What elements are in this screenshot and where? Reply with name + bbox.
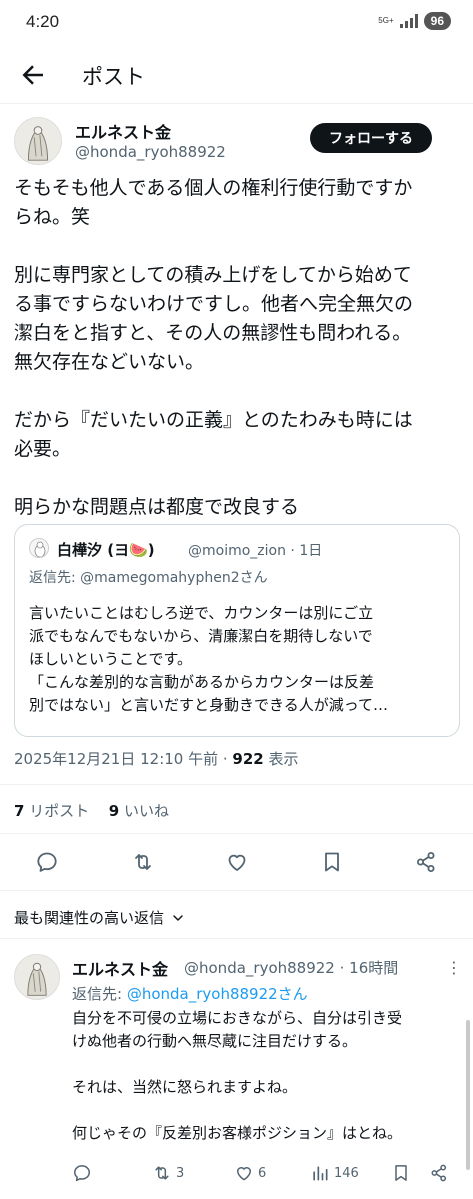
views-icon xyxy=(313,1166,328,1181)
reply-author-name[interactable]: エルネスト金 xyxy=(72,956,168,980)
share-icon xyxy=(431,1164,447,1182)
post-text-line xyxy=(14,232,464,261)
reply-author-avatar[interactable] xyxy=(14,954,60,1000)
reply-text: 自分を不可侵の立場におきながら、自分は引き受 けぬ他者の行動へ無尽蔵に注目だけする… xyxy=(72,1007,467,1145)
reply-handle-time: @honda_ryoh88922 · 16時間 xyxy=(184,959,399,977)
post-text-line: 必要。 xyxy=(14,438,72,460)
timestamp-text: 2025年12月21日 12:10 午前 · xyxy=(14,750,233,768)
reply-views-count: 146 xyxy=(334,1165,359,1181)
reply-text-line: 何じゃその『反差別お客様ポジション』はとね。 xyxy=(72,1124,403,1142)
author-avatar[interactable] xyxy=(14,117,62,165)
quoted-reply-to: 返信先: @mamegomahyphen2さん xyxy=(29,570,268,586)
reply-action-bar: 3 6 146 xyxy=(0,1160,473,1186)
reply-to: 返信先: @honda_ryoh88922さん xyxy=(72,983,308,1004)
reply-text-line xyxy=(72,1099,467,1122)
engagement-stats: 7 リポスト 9 いいね xyxy=(14,800,169,821)
bookmark-icon xyxy=(395,1165,407,1181)
network-label: 5G+ xyxy=(378,16,394,25)
reposts-count[interactable]: 7 xyxy=(14,802,24,820)
divider xyxy=(0,890,473,891)
reply-icon xyxy=(74,1165,90,1182)
follow-button[interactable]: フォローする xyxy=(310,123,432,153)
divider xyxy=(0,833,473,834)
reply-text-line: それは、当然に怒られますよね。 xyxy=(72,1078,298,1096)
reply-text-line: けぬ他者の行動へ無尽蔵に注目だけする。 xyxy=(72,1032,358,1050)
post-text-line: 明らかな問題点は都度で改良する xyxy=(14,496,300,518)
post-action-bar xyxy=(0,844,473,880)
status-time: 4:20 xyxy=(26,12,60,31)
views-label: 表示 xyxy=(263,750,299,768)
reply-to-prefix: 返信先: xyxy=(72,985,127,1003)
bookmark-icon[interactable] xyxy=(320,850,344,874)
divider xyxy=(0,784,473,785)
reply-like-button[interactable]: 6 xyxy=(234,1162,266,1184)
status-icons: 5G+ 96 xyxy=(378,12,451,30)
back-arrow-icon[interactable] xyxy=(18,60,48,90)
post-text-line xyxy=(14,464,464,493)
quoted-text-line: 派でもなんでもないから、清廉潔白を期待しないで xyxy=(29,627,373,645)
reposts-label[interactable]: リポスト xyxy=(24,802,89,820)
quoted-text-line: 「こんな差別的な言動があるからカウンターは反差 xyxy=(29,673,375,691)
signal-icon xyxy=(399,14,418,28)
reply-text-line xyxy=(72,1053,467,1076)
sort-label: 最も関連性の高い返信 xyxy=(14,909,165,927)
reply-sort-dropdown[interactable]: 最も関連性の高い返信 xyxy=(14,907,186,928)
reply-like-count: 6 xyxy=(258,1165,267,1181)
reply-reply-button[interactable] xyxy=(72,1162,92,1184)
like-icon xyxy=(237,1167,251,1181)
likes-count[interactable]: 9 xyxy=(109,802,119,820)
views-count: 922 xyxy=(232,750,264,768)
like-icon[interactable] xyxy=(225,850,249,874)
likes-label[interactable]: いいね xyxy=(119,802,169,820)
reply-repost-button[interactable]: 3 xyxy=(152,1162,184,1184)
post-text: そもそも他人である個人の権利行使行動ですか らね。笑別に専門家としての積み上げをし… xyxy=(14,174,464,522)
quoted-text-line: ほしいということです。 xyxy=(29,650,193,668)
quoted-text-line: 言いたいことはむしろ逆で、カウンターは別にご立 xyxy=(29,604,374,622)
author-name[interactable]: エルネスト金 xyxy=(75,119,171,143)
post-text-line: 別に専門家としての積み上げをしてから始めて xyxy=(14,264,412,286)
reply-to-handle[interactable]: @honda_ryoh88922さん xyxy=(127,985,308,1003)
post-text-line xyxy=(14,377,464,406)
page-title: ポスト xyxy=(82,65,145,89)
post-text-line: る事ですらないわけですし。他者へ完全無欠の xyxy=(14,293,414,315)
share-icon[interactable] xyxy=(414,850,438,874)
more-options-icon[interactable]: ⋮ xyxy=(446,958,462,977)
reply-repost-count: 3 xyxy=(176,1165,185,1181)
divider xyxy=(0,938,473,939)
reply-icon[interactable] xyxy=(35,850,59,874)
scrollbar[interactable] xyxy=(466,1020,470,1170)
repost-icon xyxy=(155,1166,169,1180)
quoted-author-name: 白樺汐 (ヨ🍉) xyxy=(57,541,155,559)
post-timestamp: 2025年12月21日 12:10 午前 · 922 表示 xyxy=(14,748,299,769)
reply-text-line: 自分を不可侵の立場におきながら、自分は引き受 xyxy=(72,1009,403,1027)
reply-bookmark-button[interactable] xyxy=(391,1162,411,1184)
quoted-avatar xyxy=(29,538,49,558)
quoted-text: 言いたいことはむしろ逆で、カウンターは別にご立 派でもなんでもないから、清廉潔白を… xyxy=(29,602,449,717)
post-text-line: らね。笑 xyxy=(14,206,91,228)
quoted-handle-time: @moimo_zion · 1日 xyxy=(188,543,323,559)
battery-badge: 96 xyxy=(423,12,451,30)
repost-icon[interactable] xyxy=(131,850,155,874)
post-text-line: 潔白をと指すと、その人の無謬性も問われる。 xyxy=(14,322,412,344)
post-text-line: だから『だいたいの正義』とのたわみも時には xyxy=(14,409,413,431)
quoted-text-line: 別ではない」と言いだすと身動きできる人が減って… xyxy=(29,696,388,714)
author-handle[interactable]: @honda_ryoh88922 xyxy=(75,143,226,161)
post-text-line: 無欠存在などいない。 xyxy=(14,351,205,373)
post-text-line: そもそも他人である個人の権利行使行動ですか xyxy=(14,177,413,199)
top-app-bar: ポスト xyxy=(0,52,473,100)
quoted-post[interactable]: 白樺汐 (ヨ🍉) @moimo_zion · 1日 返信先: @mamegoma… xyxy=(14,524,460,737)
chevron-down-icon xyxy=(173,914,183,921)
reply-views-button[interactable]: 146 xyxy=(310,1162,359,1184)
reply-share-button[interactable] xyxy=(429,1162,449,1184)
status-bar: 4:20 5G+ 96 xyxy=(0,0,473,46)
header-divider xyxy=(0,103,473,104)
